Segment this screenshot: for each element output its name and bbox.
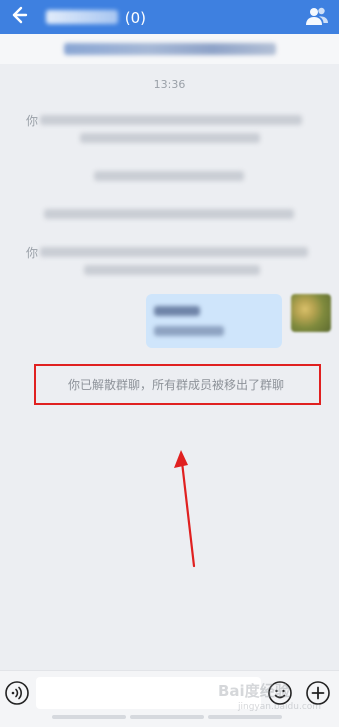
annotation-arrow	[174, 450, 196, 568]
system-message: 你	[26, 244, 316, 284]
system-message	[26, 206, 316, 222]
user-avatar[interactable]	[291, 294, 331, 332]
blurred-text	[80, 133, 260, 143]
blurred-text	[44, 209, 294, 219]
system-message-prefix: 你	[26, 246, 39, 260]
system-message-prefix: 你	[26, 114, 39, 128]
chat-header: (0)	[0, 0, 339, 34]
plus-icon[interactable]	[306, 681, 330, 705]
group-members-icon[interactable]	[305, 5, 329, 27]
bottom-tab[interactable]	[208, 715, 282, 719]
group-notice-bar[interactable]	[0, 34, 339, 64]
blurred-bubble-text	[154, 326, 224, 336]
member-count: (0)	[124, 8, 147, 27]
system-message	[26, 168, 316, 184]
blurred-text	[94, 171, 244, 181]
blurred-text	[40, 115, 302, 125]
system-message: 你	[26, 112, 316, 152]
message-timestamp: 13:36	[153, 78, 186, 91]
blurred-notice-text	[64, 43, 276, 55]
chat-message-area: 13:36 你 你 你已解散群聊，所有群成员被移出了群聊	[0, 64, 339, 670]
bottom-tab[interactable]	[130, 715, 204, 719]
emoji-icon[interactable]	[268, 681, 292, 705]
voice-icon[interactable]	[5, 681, 29, 705]
back-arrow-icon[interactable]	[6, 3, 30, 27]
blurred-text	[40, 247, 308, 257]
blurred-text	[84, 265, 260, 275]
blurred-bubble-title	[154, 306, 200, 316]
bottom-tab[interactable]	[52, 715, 126, 719]
message-input-bar	[0, 670, 339, 727]
message-input[interactable]	[36, 677, 261, 709]
chat-title: (0)	[46, 6, 146, 28]
annotation-highlight-box	[34, 364, 321, 405]
blurred-group-name	[46, 10, 118, 24]
bottom-panel-tabs	[0, 715, 339, 721]
outgoing-message-bubble[interactable]	[146, 294, 282, 348]
